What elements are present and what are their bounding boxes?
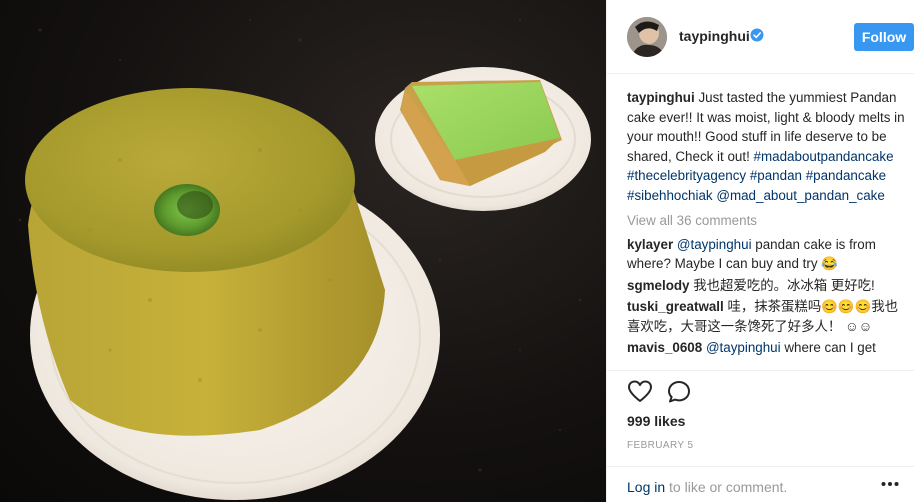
avatar-image (627, 17, 667, 57)
hashtag-link[interactable]: #pandancake (806, 168, 886, 183)
comment-text: 我也超爱吃的。冰冰箱 更好吃! (689, 277, 875, 293)
post-caption: taypinghui Just tasted the yummiest Pand… (627, 88, 907, 205)
login-prompt-text: to like or comment. (665, 479, 788, 495)
login-bar: Log in to like or comment. (607, 466, 914, 502)
comments-list[interactable]: taypinghui Just tasted the yummiest Pand… (627, 88, 907, 370)
comment-item: kylayer @taypinghui pandan cake is from … (627, 235, 907, 274)
follow-button[interactable]: Follow (854, 23, 914, 51)
heart-icon[interactable] (627, 379, 653, 405)
hashtag-link[interactable]: #pandan (750, 168, 802, 183)
post-photo (0, 0, 606, 502)
post-sidebar: taypinghui Follow taypinghui Just tasted… (606, 0, 914, 502)
likes-count[interactable]: 999 likes (627, 413, 685, 429)
comment-item: mavis_0608 @taypinghui where can I get (627, 338, 907, 358)
post-header: taypinghui Follow (607, 0, 914, 74)
hashtag-link[interactable]: #madaboutpandancake (754, 149, 894, 164)
more-options-icon[interactable] (881, 481, 899, 487)
hashtag-link[interactable]: #thecelebrityagency (627, 168, 746, 183)
login-prompt: Log in to like or comment. (627, 479, 787, 495)
comment-username[interactable]: mavis_0608 (627, 340, 702, 355)
comment-item: sgmelody 我也超爱吃的。冰冰箱 更好吃! (627, 276, 907, 296)
view-all-comments-link[interactable]: View all 36 comments (627, 211, 907, 231)
comment-text: where can I get (780, 340, 876, 355)
avatar[interactable] (627, 17, 667, 57)
login-link[interactable]: Log in (627, 479, 665, 495)
post-actions: 999 likes FEBRUARY 5 Log in to like or c… (607, 370, 914, 502)
verified-badge-icon (750, 28, 764, 42)
mention-link[interactable]: @taypinghui (706, 340, 781, 355)
mention-link[interactable]: @taypinghui (677, 237, 752, 252)
caption-username[interactable]: taypinghui (627, 90, 695, 105)
comment-username[interactable]: sgmelody (627, 278, 690, 293)
comment-bubble-icon[interactable] (666, 379, 692, 405)
comment-item: tuski_greatwall 哇，抹茶蛋糕吗😊😊😊我也喜欢吃，大哥这一条馋死了… (627, 297, 907, 336)
pandan-cake-photo (18, 18, 591, 500)
comment-username[interactable]: kylayer (627, 237, 673, 252)
mention-link[interactable]: @mad_about_pandan_cake (716, 188, 884, 203)
hashtag-link[interactable]: #sibehhochiak (627, 188, 713, 203)
post-date[interactable]: FEBRUARY 5 (627, 440, 693, 451)
comment-username[interactable]: tuski_greatwall (627, 299, 724, 314)
post-username[interactable]: taypinghui (679, 28, 750, 44)
